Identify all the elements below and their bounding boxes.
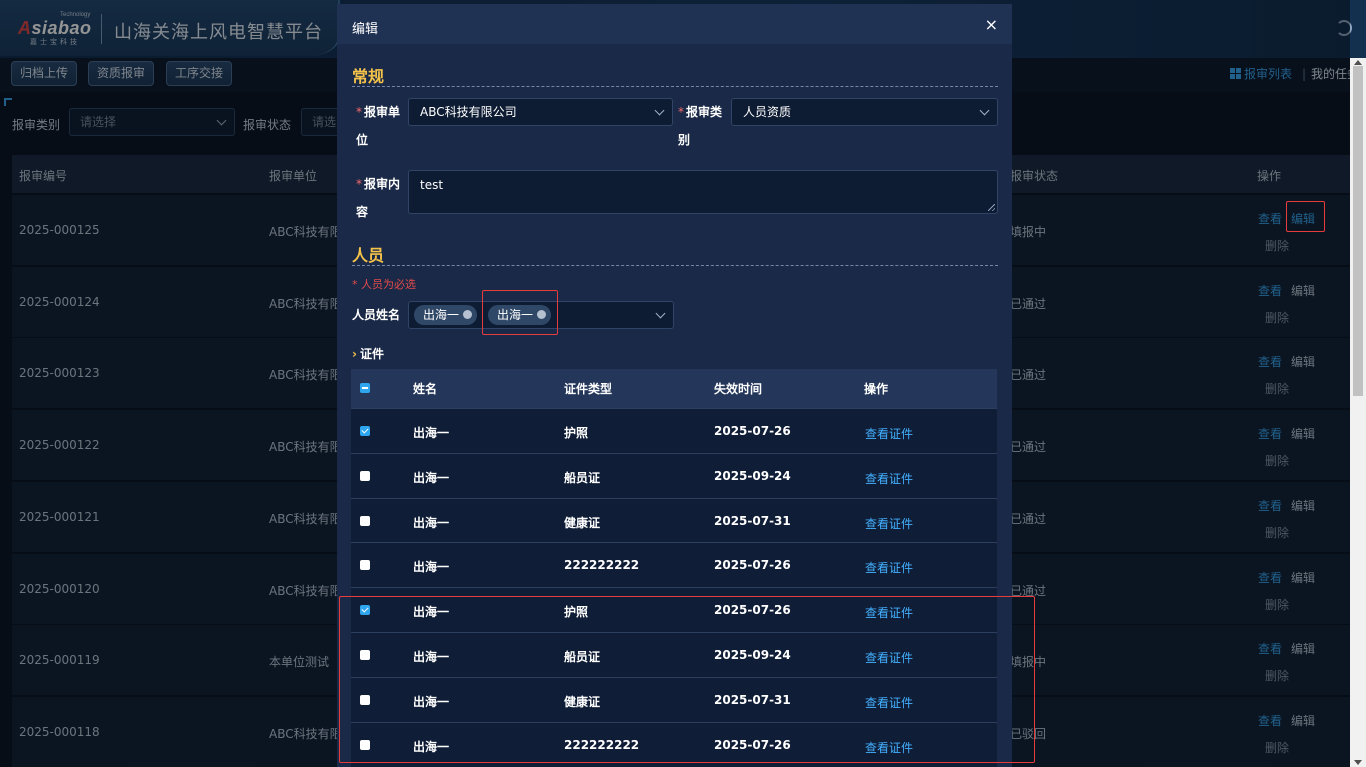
- category-label: * 报审类别: [678, 105, 723, 147]
- view-certificate-link[interactable]: 查看证件: [865, 470, 913, 487]
- col-name: 姓名: [413, 382, 438, 396]
- chevron-down-icon: [979, 105, 990, 116]
- col-expires: 失效时间: [714, 382, 763, 396]
- cert-holder-name: 出海一: [413, 470, 450, 485]
- section-general-title: 常规: [352, 67, 385, 86]
- highlight-box-duplicates: [339, 596, 1035, 763]
- certificates-title: › 证件: [352, 347, 384, 361]
- person-tag: 出海一: [414, 305, 477, 325]
- category-select[interactable]: 人员资质: [731, 98, 998, 126]
- cert-holder-name: 出海一: [413, 560, 450, 575]
- section-divider: [352, 86, 998, 87]
- unit-label: * 报审单位: [356, 105, 401, 147]
- table-row: 出海一 健康证 2025-07-31 查看证件: [351, 497, 997, 543]
- chevron-down-icon: [654, 105, 665, 116]
- cert-type: 健康证: [564, 515, 601, 530]
- dialog-title: 编辑: [352, 22, 379, 37]
- view-certificate-link[interactable]: 查看证件: [865, 559, 913, 576]
- highlight-box-edit: [1286, 201, 1325, 232]
- row-checkbox[interactable]: [360, 515, 370, 526]
- cert-expiry: 2025-07-31: [714, 513, 791, 528]
- view-certificate-link[interactable]: 查看证件: [865, 515, 913, 532]
- cert-holder-name: 出海一: [413, 515, 450, 530]
- dialog-header: 编辑 ×: [337, 4, 1012, 44]
- row-checkbox[interactable]: [360, 470, 370, 481]
- cert-expiry: 2025-07-26: [714, 424, 791, 438]
- cert-type: 船员证: [564, 470, 601, 485]
- cert-type: 护照: [564, 426, 589, 440]
- cert-expiry: 2025-07-26: [714, 558, 791, 573]
- col-operation: 操作: [864, 382, 889, 396]
- people-required-hint: * 人员为必选: [352, 278, 416, 291]
- table-row: 出海一 护照 2025-07-26 查看证件: [351, 408, 997, 453]
- highlight-box-tag: [482, 290, 558, 335]
- person-name-label: 人员姓名: [352, 308, 401, 322]
- select-all-checkbox[interactable]: [360, 383, 370, 393]
- col-cert-type: 证件类型: [564, 382, 613, 396]
- section-divider: [352, 265, 998, 266]
- scroll-thumb[interactable]: [1353, 66, 1363, 396]
- scroll-down-icon[interactable]: [1354, 760, 1362, 765]
- resize-handle-icon[interactable]: [988, 204, 995, 211]
- close-icon[interactable]: ×: [985, 15, 998, 34]
- cert-expiry: 2025-09-24: [714, 468, 791, 483]
- content-label: * 报审内容: [356, 177, 401, 219]
- chevron-down-icon: [655, 308, 666, 319]
- cert-type: 222222222: [564, 558, 640, 573]
- row-checkbox[interactable]: [360, 426, 370, 436]
- content-textarea[interactable]: test: [408, 170, 998, 214]
- page-scrollbar[interactable]: [1350, 58, 1366, 767]
- section-people-title: 人员: [352, 246, 385, 265]
- table-row: 出海一 船员证 2025-09-24 查看证件: [351, 452, 997, 498]
- scroll-up-icon[interactable]: [1354, 60, 1362, 65]
- cert-holder-name: 出海一: [413, 426, 450, 440]
- unit-select[interactable]: ABC科技有限公司: [408, 98, 673, 126]
- chevron-right-icon: ›: [352, 347, 357, 361]
- row-checkbox[interactable]: [360, 560, 370, 571]
- table-row: 出海一 222222222 2025-07-26 查看证件: [351, 542, 997, 588]
- certificates-table-header: 姓名 证件类型 失效时间 操作: [351, 369, 997, 408]
- view-certificate-link[interactable]: 查看证件: [865, 425, 913, 442]
- tag-remove-icon[interactable]: [463, 310, 472, 319]
